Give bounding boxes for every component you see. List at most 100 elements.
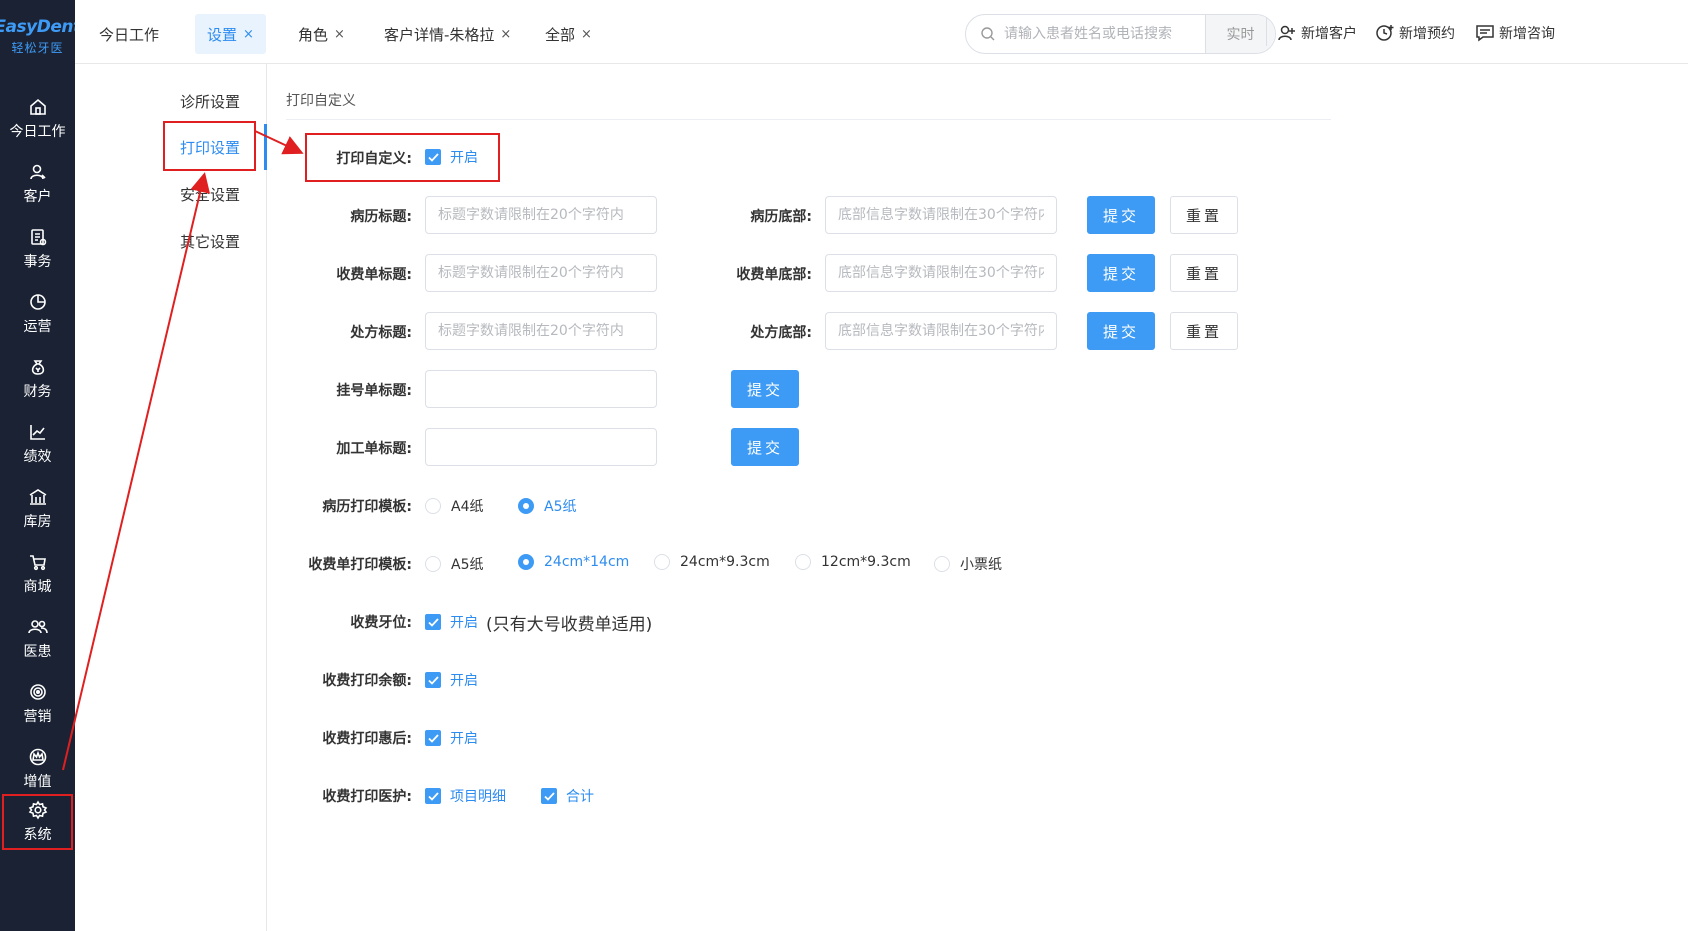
- close-icon[interactable]: ×: [500, 27, 511, 42]
- tooth-checkbox[interactable]: 开启: [425, 612, 478, 632]
- nav-label: 今日工作: [9, 124, 66, 140]
- divider: [1266, 18, 1267, 46]
- nav-item-doctor-patient[interactable]: 医患: [0, 604, 75, 674]
- submenu-other-settings[interactable]: 其它设置: [180, 226, 240, 256]
- radio-label: 24cm*9.3cm: [680, 554, 770, 570]
- record-template-a4-radio[interactable]: A4纸: [425, 496, 483, 516]
- cart-icon: [29, 555, 46, 571]
- radio-icon: [518, 554, 534, 570]
- action-label: 新增客户: [1301, 26, 1357, 42]
- submenu-security-settings[interactable]: 安全设置: [180, 179, 240, 209]
- nav-label: 财务: [23, 384, 52, 400]
- nav-item-today[interactable]: 今日工作: [0, 84, 75, 154]
- reg-title-label: 挂号单标题:: [336, 383, 412, 399]
- bill-footer-label: 收费单底部:: [736, 267, 812, 283]
- pie-chart-icon: [29, 294, 46, 310]
- radio-label: 12cm*9.3cm: [821, 554, 911, 570]
- nav-item-affairs[interactable]: 事务: [0, 214, 75, 284]
- top-bar: 今日工作 设置 × 角色 × 客户详情-朱格拉 × 全部 × 实时 新增客户 新…: [75, 0, 1688, 64]
- tab-role[interactable]: 角色 ×: [286, 14, 357, 54]
- custom-print-label: 打印自定义:: [336, 151, 412, 167]
- new-consult-button[interactable]: 新增咨询: [1475, 20, 1555, 46]
- tab-all[interactable]: 全部 ×: [533, 14, 604, 54]
- search-input[interactable]: [996, 15, 1205, 53]
- reg-title-input[interactable]: [425, 370, 657, 408]
- total-checkbox[interactable]: 合计: [541, 786, 594, 806]
- record-footer-input[interactable]: [825, 196, 1057, 234]
- bill-footer-input[interactable]: [825, 254, 1057, 292]
- nav-item-performance[interactable]: 绩效: [0, 409, 75, 479]
- submenu-print-settings[interactable]: 打印设置: [180, 132, 240, 162]
- add-clock-icon: [1376, 25, 1394, 41]
- radio-icon: [934, 556, 950, 572]
- close-icon[interactable]: ×: [581, 27, 592, 42]
- nav-item-system[interactable]: 系统: [0, 792, 75, 852]
- close-icon[interactable]: ×: [243, 27, 254, 42]
- bill-template-24x14-radio[interactable]: 24cm*14cm: [518, 554, 629, 570]
- nav-item-finance[interactable]: 财务: [0, 344, 75, 414]
- checkbox-label: 开启: [450, 731, 478, 747]
- task-icon: [30, 229, 46, 246]
- custom-print-checkbox[interactable]: 开启: [425, 147, 478, 167]
- check-icon: [425, 730, 441, 746]
- check-icon: [425, 672, 441, 688]
- radio-icon: [795, 554, 811, 570]
- radio-label: A4纸: [451, 499, 484, 515]
- tab-settings[interactable]: 设置 ×: [195, 14, 266, 54]
- rx-title-label: 处方标题:: [350, 325, 412, 341]
- bill-template-12x93-radio[interactable]: 12cm*9.3cm: [795, 554, 911, 570]
- record-submit-button[interactable]: 提交: [1087, 196, 1155, 234]
- print-settings-panel: 打印自定义 打印自定义: 开启 病历标题: 病历底部: 提交 重置 收费单标题:…: [267, 64, 1688, 931]
- record-template-a5-radio[interactable]: A5纸: [518, 496, 576, 516]
- bill-template-receipt-radio[interactable]: 小票纸: [934, 554, 1002, 574]
- nav-item-warehouse[interactable]: 库房: [0, 474, 75, 544]
- bill-template-24x93-radio[interactable]: 24cm*9.3cm: [654, 554, 770, 570]
- discount-checkbox[interactable]: 开启: [425, 728, 478, 748]
- bill-submit-button[interactable]: 提交: [1087, 254, 1155, 292]
- home-icon: [29, 98, 46, 115]
- nav-label: 商城: [23, 579, 52, 595]
- bill-title-label: 收费单标题:: [336, 267, 412, 283]
- rx-submit-button[interactable]: 提交: [1087, 312, 1155, 350]
- section-title: 打印自定义: [286, 93, 356, 109]
- balance-label: 收费打印余额:: [322, 673, 412, 689]
- proc-title-input[interactable]: [425, 428, 657, 466]
- record-reset-button[interactable]: 重置: [1170, 196, 1238, 234]
- gear-icon: [28, 800, 47, 820]
- new-customer-button[interactable]: 新增客户: [1277, 20, 1357, 46]
- reg-submit-button[interactable]: 提交: [731, 370, 799, 408]
- nav-item-mall[interactable]: 商城: [0, 539, 75, 609]
- proc-title-label: 加工单标题:: [336, 441, 412, 457]
- nav-label: 客户: [23, 189, 52, 205]
- proc-submit-button[interactable]: 提交: [731, 428, 799, 466]
- logo-subtext: 轻松牙医: [11, 40, 64, 55]
- nav-item-customer[interactable]: 客户: [0, 149, 75, 219]
- bill-reset-button[interactable]: 重置: [1170, 254, 1238, 292]
- item-detail-checkbox[interactable]: 项目明细: [425, 786, 506, 806]
- realtime-toggle[interactable]: 实时: [1205, 15, 1275, 53]
- radio-label: A5纸: [451, 557, 484, 573]
- bill-template-a5-radio[interactable]: A5纸: [425, 554, 483, 574]
- nav-label: 系统: [23, 827, 52, 843]
- rx-reset-button[interactable]: 重置: [1170, 312, 1238, 350]
- nav-label: 医患: [23, 644, 52, 660]
- record-title-input[interactable]: [425, 196, 657, 234]
- radio-icon: [654, 554, 670, 570]
- rx-title-input[interactable]: [425, 312, 657, 350]
- nav-item-marketing[interactable]: 营销: [0, 669, 75, 739]
- submenu-clinic-settings[interactable]: 诊所设置: [180, 86, 240, 116]
- insurance-label: 收费打印医护:: [322, 789, 412, 805]
- logo-text: EasyDent: [0, 16, 81, 37]
- crown-icon: [29, 748, 46, 766]
- rx-footer-input[interactable]: [825, 312, 1057, 350]
- bill-title-input[interactable]: [425, 254, 657, 292]
- tab-today[interactable]: 今日工作: [87, 14, 171, 54]
- radio-icon: [425, 556, 441, 572]
- close-icon[interactable]: ×: [334, 27, 345, 42]
- nav-item-operation[interactable]: 运营: [0, 279, 75, 349]
- tab-customer-detail[interactable]: 客户详情-朱格拉 ×: [372, 14, 523, 54]
- record-footer-label: 病历底部:: [750, 209, 812, 225]
- record-template-label: 病历打印模板:: [322, 499, 412, 515]
- new-appointment-button[interactable]: 新增预约: [1375, 20, 1455, 46]
- balance-checkbox[interactable]: 开启: [425, 670, 478, 690]
